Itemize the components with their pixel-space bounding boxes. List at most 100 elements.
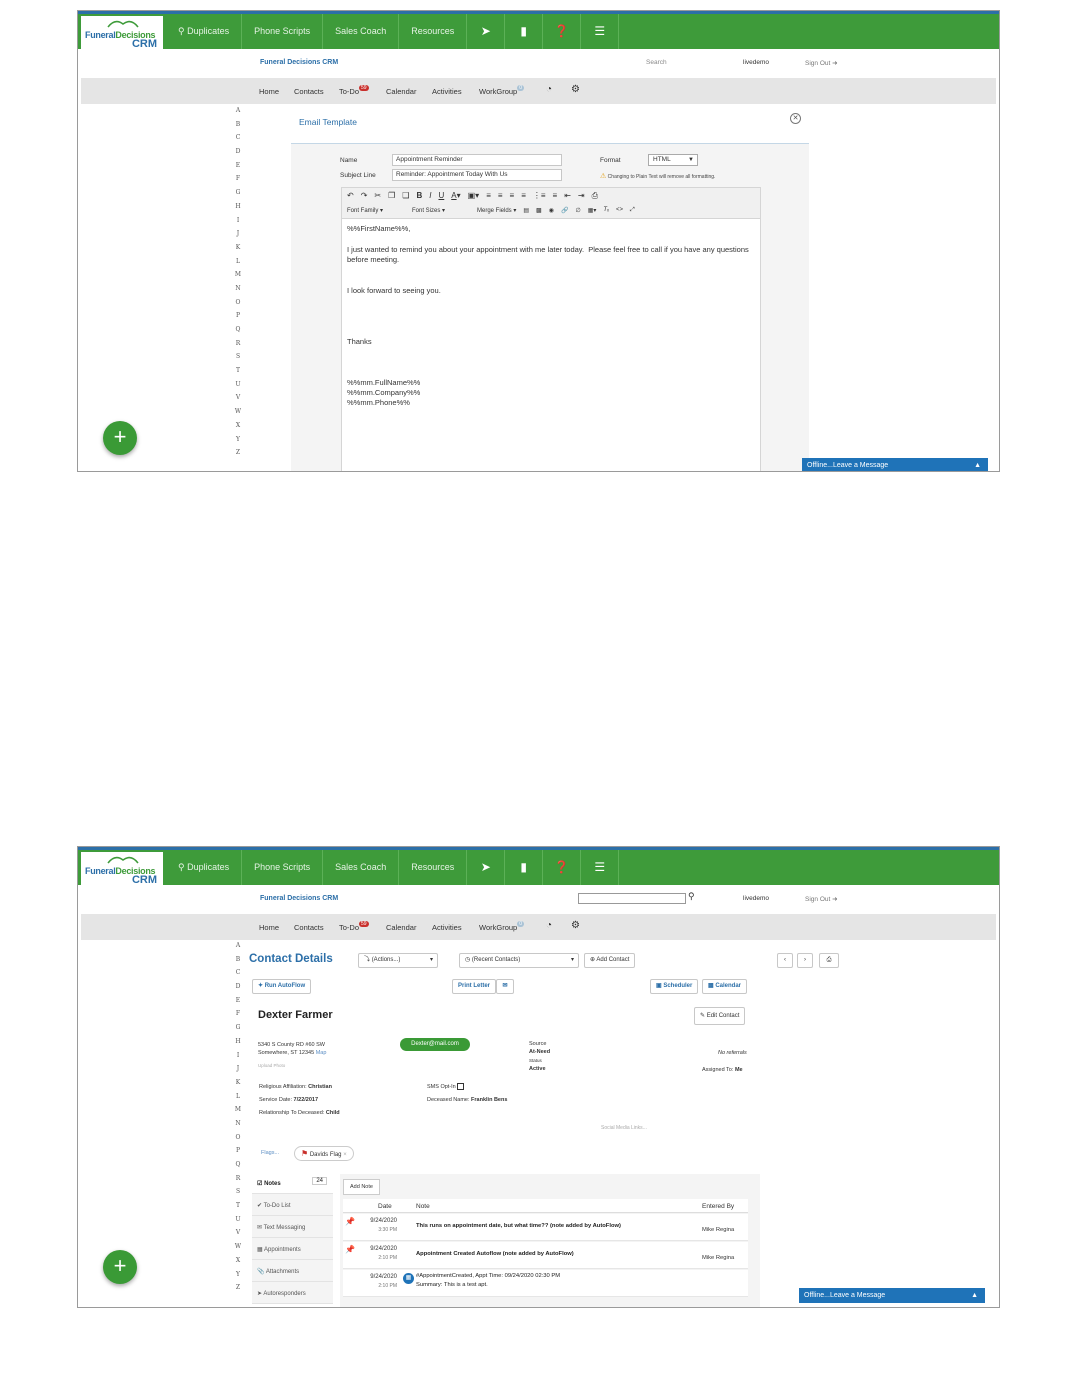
bold-icon[interactable]: B xyxy=(416,191,422,201)
table-row[interactable]: 📌 9/24/2020 2:10 PM Appointment Created A… xyxy=(343,1242,748,1269)
email-badge[interactable]: Dexter@mail.com xyxy=(400,1038,470,1051)
alphabet-letter[interactable]: C xyxy=(230,969,246,983)
alphabet-letter[interactable]: G xyxy=(230,1024,246,1038)
alphabet-letter[interactable]: P xyxy=(230,312,246,326)
menu-sales-coach[interactable]: Sales Coach xyxy=(323,850,400,885)
alphabet-letter[interactable]: U xyxy=(230,1216,246,1230)
print-icon[interactable]: ⎙ xyxy=(592,191,598,201)
alphabet-letter[interactable]: T xyxy=(230,367,246,381)
email-button[interactable]: ✉ xyxy=(496,979,514,994)
add-contact-button[interactable]: ⊕ Add Contact xyxy=(584,953,636,968)
search-input[interactable]: Search xyxy=(646,59,667,66)
search-icon[interactable]: ⚲ xyxy=(688,891,695,902)
social-media-link[interactable]: Social Media Links... xyxy=(601,1124,647,1132)
help-icon[interactable]: ❓ xyxy=(543,14,582,49)
font-size-select[interactable]: Font Sizes ▾ xyxy=(412,207,470,214)
tab-appointments[interactable]: ▦ Appointments xyxy=(252,1238,333,1260)
nav-activities[interactable]: Activities xyxy=(432,923,462,932)
alphabet-letter[interactable]: I xyxy=(230,1052,246,1066)
format-select[interactable]: HTML ▼ xyxy=(648,154,698,166)
cut-icon[interactable]: ✂ xyxy=(374,191,381,201)
alphabet-letter[interactable]: Z xyxy=(230,1284,246,1298)
alphabet-letter[interactable]: N xyxy=(230,1120,246,1134)
chat-bar[interactable]: Offline...Leave a Message ▲ xyxy=(799,1288,985,1303)
hamburger-icon[interactable]: ☰ xyxy=(581,14,620,49)
gear-icon[interactable]: ⚙ xyxy=(571,920,580,931)
alphabet-letter[interactable]: J xyxy=(230,230,246,244)
table-row[interactable]: 9/24/2020 2:10 PM ▦ #AppointmentCreated, … xyxy=(343,1270,748,1297)
align-center-icon[interactable]: ≡ xyxy=(498,191,503,201)
sms-checkbox[interactable] xyxy=(457,1083,465,1091)
alphabet-letter[interactable]: Q xyxy=(230,1161,246,1175)
search-input[interactable] xyxy=(578,893,686,904)
menu-phone-scripts[interactable]: Phone Scripts xyxy=(242,14,324,49)
outdent-icon[interactable]: ⇤ xyxy=(564,191,571,201)
alphabet-letter[interactable]: A xyxy=(230,942,246,956)
italic-icon[interactable]: I xyxy=(429,191,431,201)
justify-icon[interactable]: ≡ xyxy=(521,191,526,201)
alphabet-letter[interactable]: N xyxy=(230,285,246,299)
image-icon[interactable]: ▩ xyxy=(536,207,542,214)
name-field[interactable]: Appointment Reminder xyxy=(392,154,562,166)
flags-link[interactable]: Flags... xyxy=(261,1149,279,1157)
pin-icon[interactable]: 📌 xyxy=(345,1217,355,1226)
alphabet-letter[interactable]: M xyxy=(230,1106,246,1120)
nav-activities[interactable]: Activities xyxy=(432,87,462,96)
alphabet-letter[interactable]: W xyxy=(230,408,246,422)
print-letter-button[interactable]: Print Letter xyxy=(452,979,497,994)
tab-notes[interactable]: ☑ Notes 24 xyxy=(252,1172,333,1194)
menu-phone-scripts[interactable]: Phone Scripts xyxy=(242,850,324,885)
recent-contacts-select[interactable]: ◷ (Recent Contacts) ▾ xyxy=(459,953,579,968)
add-note-button[interactable]: Add Note xyxy=(343,1179,380,1195)
flag-chip[interactable]: ⚑ Davids Flag × xyxy=(294,1146,354,1161)
alphabet-letter[interactable]: E xyxy=(230,997,246,1011)
add-fab-button[interactable]: + xyxy=(103,421,137,455)
scheduler-button[interactable]: ▣ Scheduler xyxy=(650,979,699,994)
bullet-list-icon[interactable]: ⋮≡ xyxy=(533,191,546,201)
pie-chart-icon[interactable]: ◔ xyxy=(546,920,552,931)
alphabet-letter[interactable]: X xyxy=(230,1257,246,1271)
alphabet-letter[interactable]: Z xyxy=(230,449,246,463)
gear-icon[interactable]: ⚙ xyxy=(571,84,580,95)
align-right-icon[interactable]: ≡ xyxy=(510,191,515,201)
run-autoflow-button[interactable]: ✦ Run AutoFlow xyxy=(252,979,312,994)
alphabet-letter[interactable]: S xyxy=(230,1188,246,1202)
chat-bar[interactable]: Offline...Leave a Message ▲ xyxy=(802,458,988,471)
alphabet-letter[interactable]: C xyxy=(230,134,246,148)
alphabet-letter[interactable]: K xyxy=(230,1079,246,1093)
alphabet-letter[interactable]: P xyxy=(230,1147,246,1161)
text-color-icon[interactable]: A▾ xyxy=(451,191,460,201)
nav-workgroup[interactable]: WorkGroup 0 xyxy=(479,921,524,932)
alphabet-letter[interactable]: R xyxy=(230,340,246,354)
alphabet-letter[interactable]: V xyxy=(230,394,246,408)
align-left-icon[interactable]: ≡ xyxy=(486,191,491,201)
paste-icon[interactable]: ❑ xyxy=(402,191,409,201)
alphabet-letter[interactable]: M xyxy=(230,271,246,285)
alphabet-letter[interactable]: X xyxy=(230,422,246,436)
add-fab-button[interactable]: + xyxy=(103,1250,137,1284)
tab-autoresponders[interactable]: ➤ Autoresponders xyxy=(252,1282,333,1304)
alphabet-letter[interactable]: T xyxy=(230,1202,246,1216)
prev-contact-button[interactable]: ‹ xyxy=(777,953,793,968)
alphabet-letter[interactable]: U xyxy=(230,381,246,395)
template-icon[interactable]: ▤ xyxy=(523,207,529,214)
font-family-select[interactable]: Font Family ▾ xyxy=(347,207,405,214)
rocket-icon[interactable]: ➤ xyxy=(467,850,506,885)
alphabet-letter[interactable]: B xyxy=(230,956,246,970)
menu-resources[interactable]: Resources xyxy=(399,14,468,49)
print-button[interactable]: ⎙ xyxy=(819,953,839,968)
indent-icon[interactable]: ⇥ xyxy=(578,191,585,201)
close-icon[interactable]: ✕ xyxy=(790,113,801,124)
alphabet-letter[interactable]: O xyxy=(230,299,246,313)
numbered-list-icon[interactable]: ≡ xyxy=(553,191,558,201)
alphabet-letter[interactable]: V xyxy=(230,1229,246,1243)
nav-calendar[interactable]: Calendar xyxy=(386,87,416,96)
hamburger-icon[interactable]: ☰ xyxy=(581,850,620,885)
table-icon[interactable]: ▦▾ xyxy=(588,207,597,214)
alphabet-letter[interactable]: A xyxy=(230,107,246,121)
fullscreen-icon[interactable]: ⤢ xyxy=(630,207,635,214)
alphabet-letter[interactable]: D xyxy=(230,148,246,162)
menu-duplicates[interactable]: ⚲ Duplicates xyxy=(166,14,243,49)
tab-text-messaging[interactable]: ✉ Text Messaging xyxy=(252,1216,333,1238)
nav-home[interactable]: Home xyxy=(259,87,279,96)
